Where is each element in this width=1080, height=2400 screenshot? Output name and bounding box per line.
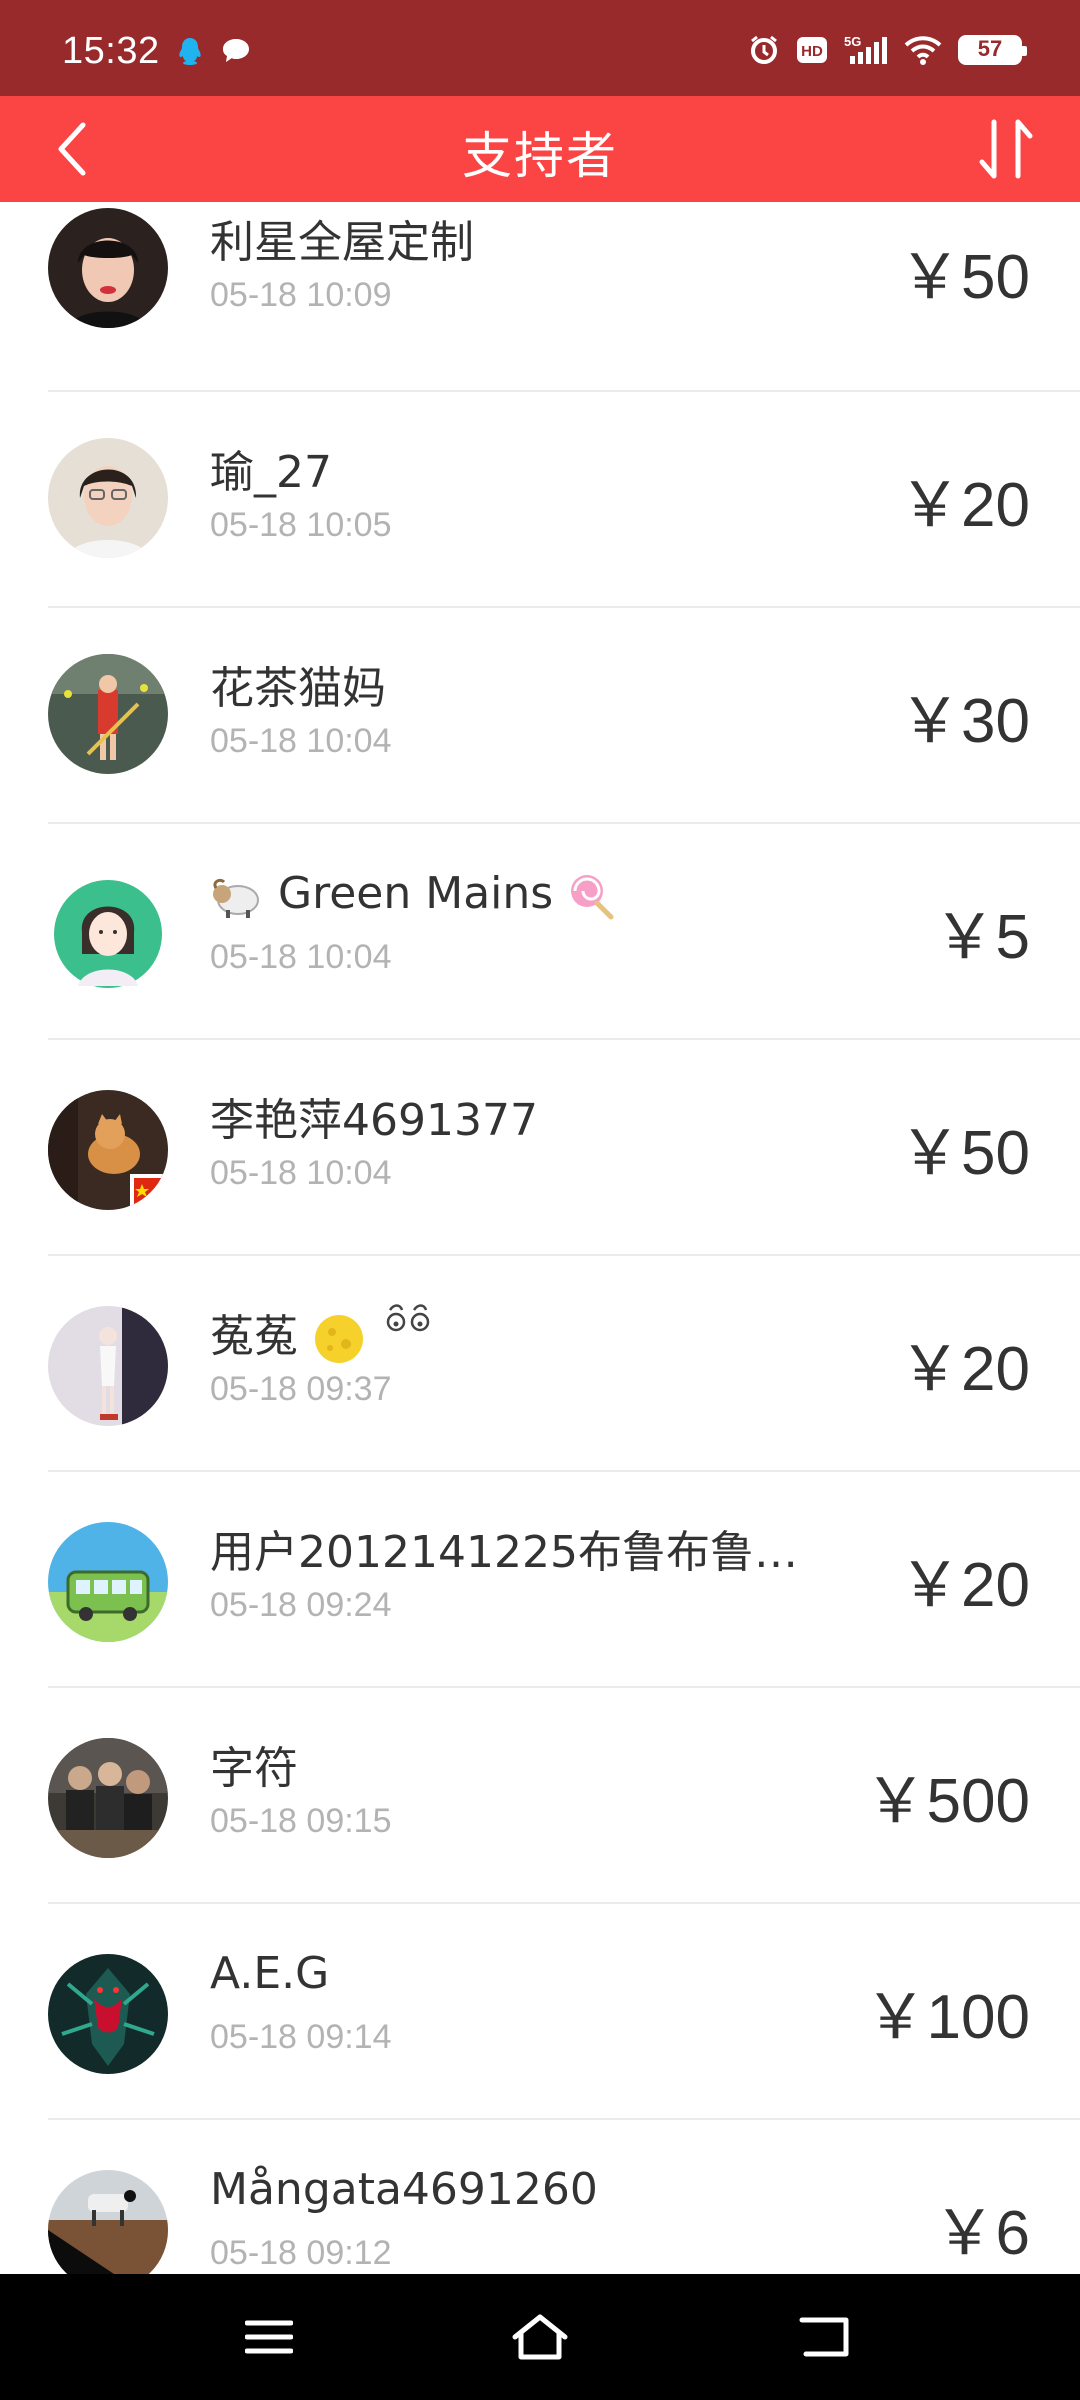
notification-icons	[176, 36, 252, 66]
system-icons: HD 5G 57	[748, 34, 1027, 66]
sort-arrows-icon	[979, 119, 1033, 179]
avatar[interactable]	[48, 208, 168, 328]
support-time: 05-18 10:04	[210, 1154, 392, 1192]
svg-text:HD: HD	[801, 43, 823, 60]
system-nav-bar	[0, 2274, 1080, 2400]
supporter-name: 瑜_27	[210, 447, 332, 498]
supporter-row[interactable]: 花茶猫妈 05-18 10:04 ￥30	[0, 608, 1080, 824]
qq-icon	[179, 38, 201, 65]
support-time: 05-18 10:04	[210, 938, 392, 976]
supporter-name: 菟菟	[210, 1300, 440, 1366]
avatar[interactable]	[48, 1306, 168, 1426]
hd-icon: HD	[797, 37, 827, 63]
support-amount: ￥20	[899, 1551, 1030, 1620]
support-time: 05-18 09:15	[210, 1802, 392, 1840]
support-amount: ￥20	[899, 1335, 1030, 1404]
5g-signal-icon: 5G	[844, 34, 887, 64]
kaomoji-eyes-icon	[386, 1304, 430, 1332]
supporter-row[interactable]: 李艳萍4691377 05-18 10:04 ￥50	[0, 1040, 1080, 1256]
status-time: 15:32	[62, 30, 160, 72]
ram-emoji-icon	[213, 878, 259, 918]
wifi-icon	[904, 36, 942, 65]
supporter-row[interactable]: Mångata4691260 05-18 09:12 ￥6	[0, 2120, 1080, 2274]
avatar[interactable]	[48, 1090, 168, 1210]
home-button[interactable]	[495, 2304, 585, 2370]
supporter-row[interactable]: 菟菟 05-18 09:37 ￥20	[0, 1256, 1080, 1472]
supporter-name-text: 菟菟	[210, 1311, 298, 1362]
avatar[interactable]	[48, 874, 168, 994]
support-amount: ￥500	[864, 1767, 1030, 1836]
support-time: 05-18 10:09	[210, 276, 392, 314]
support-amount: ￥5	[933, 903, 1030, 972]
moon-emoji-icon	[315, 1315, 363, 1363]
avatar[interactable]	[48, 1522, 168, 1642]
supporter-row[interactable]: 瑜_27 05-18 10:05 ￥20	[0, 392, 1080, 608]
support-amount: ￥20	[899, 471, 1030, 540]
avatar[interactable]	[48, 1738, 168, 1858]
supporter-name: Mångata4691260	[210, 2164, 598, 2215]
supporter-name: Green Mains	[210, 868, 615, 921]
avatar[interactable]	[48, 654, 168, 774]
support-time: 05-18 10:05	[210, 506, 392, 544]
supporter-name: A.E.G	[210, 1948, 330, 1999]
battery-icon: 57	[958, 35, 1027, 65]
back-nav-button[interactable]	[780, 2304, 870, 2370]
home-icon	[512, 2314, 568, 2360]
support-amount: ￥50	[899, 243, 1030, 312]
support-amount: ￥50	[899, 1119, 1030, 1188]
support-time: 05-18 09:12	[210, 2234, 392, 2272]
support-amount: ￥100	[864, 1983, 1030, 2052]
menu-icon	[245, 2320, 293, 2354]
supporter-name: 花茶猫妈	[210, 663, 386, 714]
svg-text:5G: 5G	[844, 34, 861, 49]
status-bar: 15:32 HD 5G 57	[0, 0, 1080, 96]
avatar[interactable]	[48, 2170, 168, 2274]
support-time: 05-18 09:24	[210, 1586, 392, 1624]
supporter-name-text: Green Mains	[278, 868, 554, 919]
page-title: 支持者	[462, 127, 618, 185]
supporter-list[interactable]: 利星全屋定制 05-18 10:09 ￥50 瑜_27 05-18 10:05 …	[0, 202, 1080, 2274]
avatar[interactable]	[48, 1954, 168, 2074]
support-amount: ￥30	[899, 687, 1030, 756]
alarm-icon	[751, 35, 777, 64]
supporter-row[interactable]: 用户2012141225布鲁布鲁… 05-18 09:24 ￥20	[0, 1472, 1080, 1688]
message-bubble-icon	[223, 39, 249, 62]
supporter-row[interactable]: Green Mains 05-18 10:04 ￥5	[0, 824, 1080, 1040]
supporter-row[interactable]: 利星全屋定制 05-18 10:09 ￥50	[0, 202, 1080, 392]
menu-button[interactable]	[224, 2304, 314, 2370]
battery-level: 57	[977, 36, 1003, 61]
supporter-name: 用户2012141225布鲁布鲁…	[210, 1527, 798, 1578]
support-amount: ￥6	[933, 2199, 1030, 2268]
supporter-name: 李艳萍4691377	[210, 1095, 538, 1146]
supporter-name: 字符	[210, 1743, 298, 1794]
back-icon	[799, 2317, 849, 2357]
supporter-row[interactable]: 字符 05-18 09:15 ￥500	[0, 1688, 1080, 1904]
app-header: 支持者	[0, 96, 1080, 202]
support-time: 05-18 10:04	[210, 722, 392, 760]
sort-button[interactable]	[968, 110, 1044, 188]
avatar[interactable]	[48, 438, 168, 558]
supporter-name: 利星全屋定制	[210, 217, 474, 268]
support-time: 05-18 09:37	[210, 1370, 392, 1408]
supporter-row[interactable]: A.E.G 05-18 09:14 ￥100	[0, 1904, 1080, 2120]
lollipop-emoji-icon	[571, 875, 614, 920]
support-time: 05-18 09:14	[210, 2018, 392, 2056]
